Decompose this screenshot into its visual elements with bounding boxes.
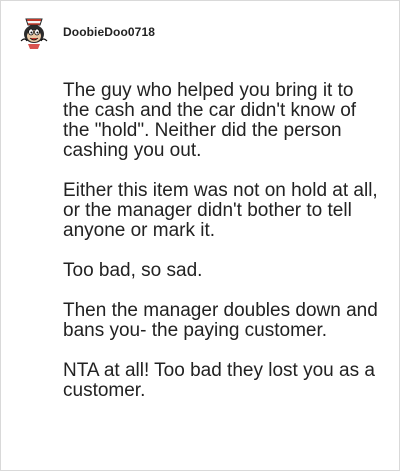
comment-paragraph: NTA at all! Too bad they lost you as a c…	[63, 360, 375, 401]
comment-card: DoobieDoo0718 The guy who helped you bri…	[0, 0, 400, 471]
comment-header: DoobieDoo0718	[15, 13, 155, 51]
username[interactable]: DoobieDoo0718	[63, 25, 155, 39]
cartoon-character-avatar-icon	[15, 13, 53, 51]
comment-paragraph: Then the manager doubles down and bans y…	[63, 300, 378, 341]
avatar[interactable]	[15, 13, 53, 51]
comment-paragraph: The guy who helped you bring it to the c…	[63, 80, 357, 161]
comment-paragraph: Either this item was not on hold at all,…	[63, 180, 378, 241]
comment-body: The guy who helped you bring it to the c…	[63, 81, 385, 421]
comment-paragraph: Too bad, so sad.	[63, 260, 203, 281]
